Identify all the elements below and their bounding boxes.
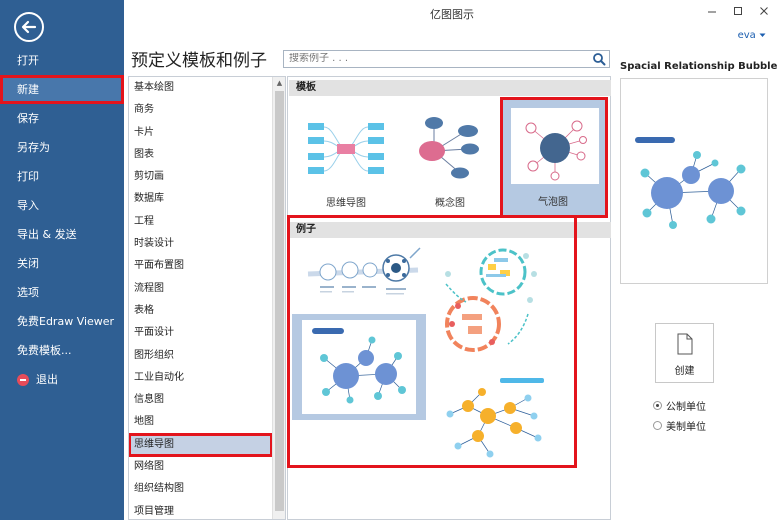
radio-button-checked[interactable] <box>653 401 662 410</box>
example-circular-mindmap-thumbnail[interactable] <box>438 244 548 354</box>
sidebar-item-label: 免费模板... <box>17 344 72 357</box>
search-icon[interactable] <box>592 52 606 66</box>
category-item[interactable]: 流程图 <box>129 278 272 300</box>
category-item-selected[interactable]: 思维导图 <box>129 432 273 458</box>
category-item[interactable]: 数据库 <box>129 188 272 210</box>
maximize-icon <box>734 7 742 15</box>
template-concept-map[interactable]: 概念图 <box>398 99 502 219</box>
examples-area <box>287 215 577 468</box>
maximize-button[interactable] <box>728 4 748 20</box>
template-label: 概念图 <box>435 198 465 209</box>
sidebar-item-label: 免费Edraw Viewer <box>17 315 115 328</box>
category-item[interactable]: 项目管理 <box>129 501 272 519</box>
template-bubble-chart[interactable]: 气泡图 <box>500 97 608 218</box>
title-bar: 亿图图示 <box>124 0 780 28</box>
sidebar-item-label: 打开 <box>17 54 39 67</box>
example-infographic-thumbnail[interactable] <box>306 246 424 312</box>
category-item[interactable]: 信息图 <box>129 389 272 411</box>
sidebar-item-free-templates[interactable]: 免费模板... <box>0 336 124 365</box>
close-icon <box>760 7 768 15</box>
metric-units-option[interactable]: 公制单位 <box>653 398 706 413</box>
sidebar-item-label: 打印 <box>17 170 39 183</box>
sidebar-item-label: 导入 <box>17 199 39 212</box>
example-bubble-diagram-tile[interactable] <box>292 314 426 420</box>
preview-title: Spacial Relationship Bubble ... <box>620 61 778 72</box>
sidebar-item-export-send[interactable]: 导出 & 发送 <box>0 220 124 249</box>
search-input[interactable] <box>289 53 579 64</box>
category-item[interactable]: 网络图 <box>129 456 272 478</box>
sidebar-item-label: 选项 <box>17 286 39 299</box>
category-item[interactable]: 地图 <box>129 411 272 433</box>
template-mindmap[interactable]: 思维导图 <box>294 99 398 219</box>
preview-bubble-diagram-image <box>635 137 746 229</box>
sidebar-item-label: 保存 <box>17 112 39 125</box>
templates-section-header: 模板 <box>289 80 611 96</box>
concept-map-thumbnail-icon <box>419 117 479 179</box>
file-sidebar: 打开 新建 保存 另存为 打印 导入 导出 & 发送 关闭 选项 免费Edraw… <box>0 0 124 520</box>
example-orange-network-thumbnail[interactable] <box>438 376 556 462</box>
sidebar-item-label: 新建 <box>17 83 39 96</box>
chevron-down-icon <box>759 33 766 37</box>
category-scrollbar[interactable]: ▲ <box>272 77 285 519</box>
category-item[interactable]: 商务 <box>129 99 272 121</box>
sidebar-item-options[interactable]: 选项 <box>0 278 124 307</box>
new-document-icon <box>677 333 693 355</box>
category-item[interactable]: 基本绘图 <box>129 77 272 99</box>
category-list: 基本绘图 商务 卡片 图表 剪切画 数据库 工程 时装设计 平面布置图 流程图 … <box>128 76 286 520</box>
sidebar-menu: 打开 新建 保存 另存为 打印 导入 导出 & 发送 关闭 选项 免费Edraw… <box>0 46 124 394</box>
sidebar-item-label: 另存为 <box>17 141 50 154</box>
radio-label: 公制单位 <box>666 402 706 413</box>
category-item[interactable]: 表格 <box>129 300 272 322</box>
us-units-option[interactable]: 美制单位 <box>653 418 706 433</box>
close-window-button[interactable] <box>754 4 774 20</box>
sidebar-item-label: 关闭 <box>17 257 39 270</box>
create-button[interactable]: 创建 <box>655 323 714 383</box>
category-item[interactable]: 平面布置图 <box>129 255 272 277</box>
minimize-button[interactable] <box>702 4 722 20</box>
bubble-chart-thumbnail-icon <box>511 108 599 184</box>
sidebar-item-open[interactable]: 打开 <box>0 46 124 75</box>
category-item[interactable]: 工程 <box>129 211 272 233</box>
user-account-menu[interactable]: eva <box>738 30 766 41</box>
category-item[interactable]: 图表 <box>129 144 272 166</box>
example-bubble-diagram-thumbnail <box>302 320 416 414</box>
preview-pane <box>620 78 768 284</box>
scrollbar-thumb[interactable] <box>275 91 284 511</box>
category-item[interactable]: 卡片 <box>129 122 272 144</box>
radio-button[interactable] <box>653 421 662 430</box>
radio-label: 美制单位 <box>666 422 706 433</box>
category-item[interactable]: 图形组织 <box>129 345 272 367</box>
sidebar-item-import[interactable]: 导入 <box>0 191 124 220</box>
sidebar-item-free-viewer[interactable]: 免费Edraw Viewer <box>0 307 124 336</box>
minimize-icon <box>708 11 716 13</box>
create-button-label: 创建 <box>674 366 695 377</box>
sidebar-item-close[interactable]: 关闭 <box>0 249 124 278</box>
mindmap-thumbnail-icon <box>308 123 384 174</box>
sidebar-item-new[interactable]: 新建 <box>0 75 124 104</box>
sidebar-item-save-as[interactable]: 另存为 <box>0 133 124 162</box>
search-field <box>283 50 610 68</box>
category-item[interactable]: 剪切画 <box>129 166 272 188</box>
user-name: eva <box>737 30 756 41</box>
category-item[interactable]: 时装设计 <box>129 233 272 255</box>
window-title: 亿图图示 <box>430 8 474 21</box>
arrow-left-icon <box>21 20 37 34</box>
back-button[interactable] <box>14 12 44 42</box>
scroll-up-arrow-icon[interactable]: ▲ <box>273 77 285 89</box>
category-item[interactable]: 工业自动化 <box>129 367 272 389</box>
category-item[interactable]: 平面设计 <box>129 322 272 344</box>
category-item[interactable]: 组织结构图 <box>129 478 272 500</box>
template-gallery: 模板 思维导图 概念图 气泡图 例子 <box>287 76 611 520</box>
exit-icon <box>17 373 29 386</box>
sidebar-item-exit[interactable]: 退出 <box>0 365 124 394</box>
sidebar-item-print[interactable]: 打印 <box>0 162 124 191</box>
template-label: 思维导图 <box>326 198 366 209</box>
template-label: 气泡图 <box>538 197 568 208</box>
sidebar-item-save[interactable]: 保存 <box>0 104 124 133</box>
sidebar-item-label: 导出 & 发送 <box>17 228 77 241</box>
page-title: 预定义模板和例子 <box>131 51 267 71</box>
sidebar-item-label: 退出 <box>36 373 58 386</box>
